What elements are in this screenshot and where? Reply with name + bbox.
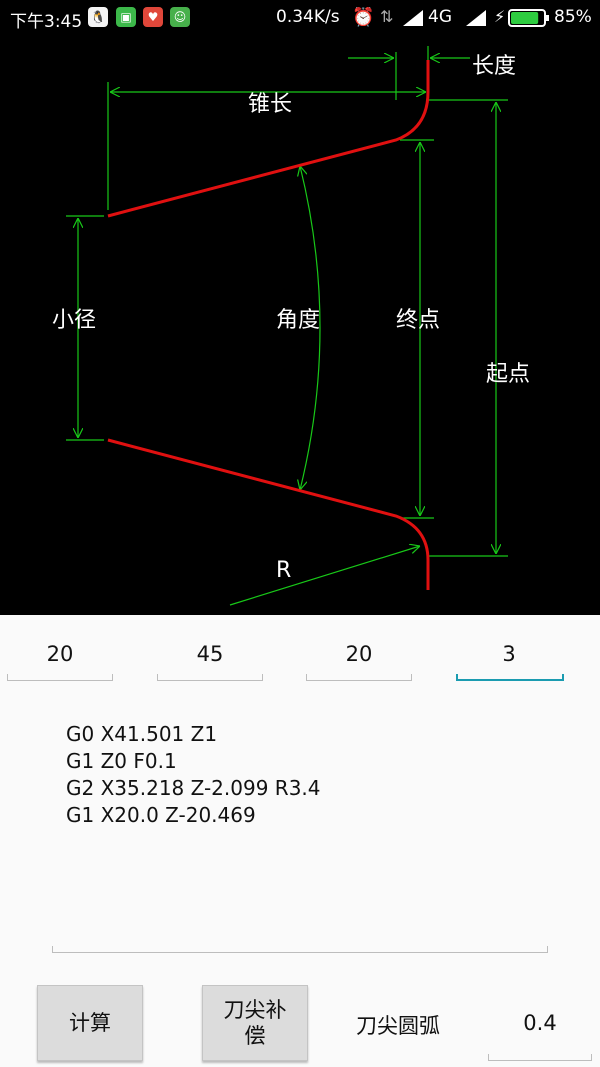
gcode-line: G2 X35.218 Z-2.099 R3.4 (66, 776, 321, 800)
sim-icon: ▣ (116, 7, 136, 27)
input-underline (157, 680, 263, 681)
end-point-label: 终点 (396, 308, 441, 333)
input-underline (411, 674, 412, 681)
gcode-underline (547, 946, 548, 953)
battery-icon (508, 9, 549, 27)
battery-percent: 85% (554, 7, 592, 27)
start-point-label: 起点 (486, 362, 531, 387)
calculate-button[interactable]: 计算 (37, 985, 143, 1061)
taper-length-label: 锥长 (248, 92, 293, 117)
charging-icon: ⚡ (494, 7, 506, 26)
qq-icon: 🐧 (88, 7, 108, 27)
small-diameter-input[interactable] (157, 630, 263, 678)
radius-input[interactable] (456, 630, 562, 678)
signal-icon-2 (466, 10, 486, 26)
part-profile (107, 60, 430, 590)
net-speed: 0.34K/s (276, 7, 340, 27)
tip-arc-underline (591, 1054, 592, 1061)
length-label: 长度 (472, 54, 517, 79)
profile-upper (107, 60, 430, 218)
input-underline (157, 674, 158, 681)
data-off-icon: ⇅ (380, 7, 394, 26)
signal-icon (403, 10, 423, 26)
input-underline-active (456, 674, 458, 681)
tip-arc-input[interactable] (488, 1000, 592, 1046)
input-underline (262, 674, 263, 681)
taper-diagram: 锥长 长度 小径 角度 终点 起点 R (0, 34, 600, 615)
taper-length-input[interactable] (7, 630, 113, 678)
radius-leader (229, 546, 420, 606)
radius-label: R (276, 558, 292, 583)
small-diameter-label: 小径 (52, 308, 97, 333)
tool-compensation-button[interactable]: 刀尖补偿 (202, 985, 308, 1061)
gcode-line: G0 X41.501 Z1 (66, 722, 218, 746)
input-underline-active (562, 674, 564, 681)
angle-input[interactable] (306, 630, 412, 678)
gcode-line: G1 X20.0 Z-20.469 (66, 803, 256, 827)
gcode-output: G0 X41.501 Z1 G1 Z0 F0.1 G2 X35.218 Z-2.… (66, 721, 546, 829)
status-time: 下午3:45 (10, 12, 83, 32)
input-underline (306, 680, 412, 681)
gcode-line: G1 Z0 F0.1 (66, 749, 177, 773)
angle-label: 角度 (276, 308, 321, 333)
tip-arc-label: 刀尖圆弧 (356, 1014, 440, 1038)
status-bar: 下午3:45 🐧 ▣ ♥ ☺ 0.34K/s ⏰ ⇅ 4G ⚡ 85% (0, 0, 600, 34)
profile-lower (107, 438, 430, 590)
app-icon-2: ☺ (170, 7, 190, 27)
alarm-icon: ⏰ (352, 7, 375, 28)
input-underline (306, 674, 307, 681)
gcode-underline (52, 946, 53, 953)
input-underline-active (456, 679, 564, 681)
app-screen: 下午3:45 🐧 ▣ ♥ ☺ 0.34K/s ⏰ ⇅ 4G ⚡ 85% 锥长 长… (0, 0, 600, 1067)
app-icon: ♥ (143, 7, 163, 27)
tip-arc-underline (488, 1054, 489, 1061)
gcode-underline (52, 952, 548, 953)
network-type: 4G (428, 7, 452, 27)
input-underline (112, 674, 113, 681)
input-underline (7, 680, 113, 681)
tip-arc-underline (488, 1060, 592, 1061)
input-underline (7, 674, 8, 681)
